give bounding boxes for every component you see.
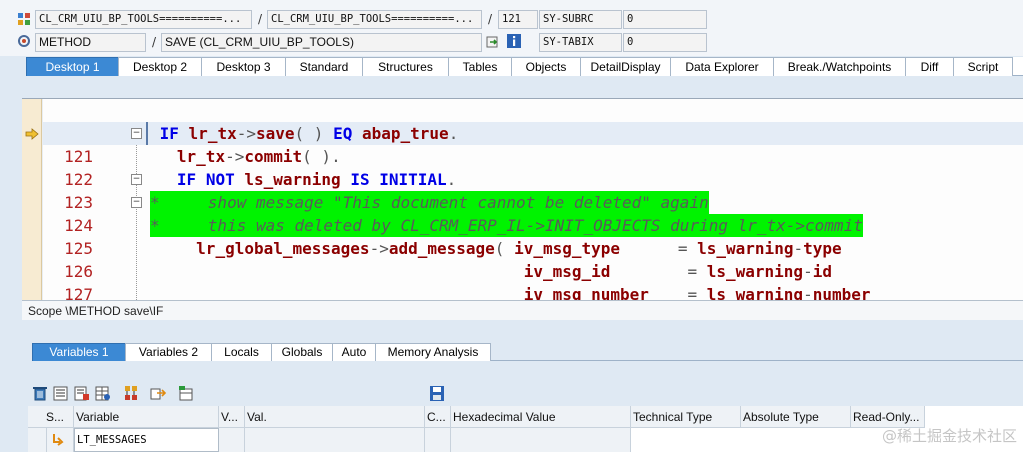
current-line-arrow-icon — [25, 128, 39, 140]
code-line[interactable]: 127 iv_msg_id = ls_warning-id — [43, 260, 1023, 300]
scope-label: Scope \METHOD save\IF — [22, 300, 1023, 320]
tab-variables-1[interactable]: Variables 1 — [32, 343, 126, 361]
list-icon[interactable] — [52, 385, 70, 402]
tab-diff[interactable]: Diff — [905, 57, 954, 76]
event-type-field[interactable]: METHOD — [35, 33, 146, 52]
include-field[interactable]: CL_CRM_UIU_BP_TOOLS==========... — [267, 10, 482, 29]
variable-type-icon — [53, 434, 64, 446]
tab-breakpoints[interactable]: Break./Watchpoints — [773, 57, 906, 76]
save-icon[interactable] — [428, 385, 446, 402]
column-header-s[interactable]: S... — [28, 406, 74, 428]
tab-globals[interactable]: Globals — [271, 343, 333, 361]
transfer-icon[interactable] — [149, 385, 167, 402]
code-line[interactable]: 124 − * show message "This document cann… — [43, 191, 1023, 235]
code-line-current[interactable]: 121 − IF lr_tx->save( ) EQ abap_true. — [43, 122, 1023, 166]
delete-icon[interactable] — [31, 385, 49, 402]
code-line[interactable]: 122 lr_tx->commit( ). — [43, 145, 1023, 189]
table-icon[interactable] — [94, 385, 112, 402]
sysvar-value-field[interactable]: 0 — [623, 33, 707, 52]
sysvar-name-field[interactable]: SY-SUBRC — [539, 10, 622, 29]
variable-name-cell[interactable]: LT_MESSAGES — [74, 428, 219, 452]
code-text: IF lr_tx->save( ) EQ abap_true. — [146, 122, 458, 145]
program-field[interactable]: CL_CRM_UIU_BP_TOOLS==========... — [35, 10, 252, 29]
code-text: lr_tx->commit( ). — [176, 147, 341, 166]
variable-value-cell[interactable] — [245, 428, 425, 452]
variables-tab-bar: Variables 1 Variables 2 Locals Globals A… — [32, 343, 1023, 361]
code-text: lr_global_messages->add_message( iv_msg_… — [196, 239, 842, 258]
row-selector[interactable] — [28, 428, 47, 452]
code-text: iv_msg_id = ls_warning-id — [523, 262, 832, 281]
variable-hex-cell — [451, 428, 631, 452]
code-line[interactable]: 120 — [43, 99, 1023, 143]
document-icon[interactable] — [73, 385, 91, 402]
row-status-cell — [47, 428, 74, 452]
variable-change-cell — [425, 428, 451, 452]
column-header-absolute-type[interactable]: Absolute Type — [741, 406, 851, 428]
watermark: @稀土掘金技术社区 — [881, 427, 1017, 445]
code-line[interactable]: 125 * this was deleted by CL_CRM_ERP_IL-… — [43, 214, 1023, 258]
tab-memory-analysis[interactable]: Memory Analysis — [375, 343, 491, 361]
source-code-editor[interactable]: 120 121 − IF lr_tx->save( ) EQ abap_true… — [22, 98, 1023, 300]
tab-structures[interactable]: Structures — [362, 57, 449, 76]
tab-auto[interactable]: Auto — [332, 343, 376, 361]
column-header-val[interactable]: Val. — [245, 406, 425, 428]
desktop-tab-bar: Desktop 1 Desktop 2 Desktop 3 Standard S… — [26, 57, 1023, 76]
comment-text: * this was deleted by CL_CRM_ERP_IL->INI… — [150, 214, 863, 237]
tab-desktop-3[interactable]: Desktop 3 — [201, 57, 286, 76]
event-field[interactable]: SAVE (CL_CRM_UIU_BP_TOOLS) — [161, 33, 482, 52]
variables-grid[interactable]: S... Variable V... Val. C... Hexadecimal… — [28, 406, 1023, 452]
fold-toggle-icon[interactable]: − — [131, 197, 142, 208]
code-text: IF NOT ls_warning IS INITIAL. — [176, 170, 457, 189]
comment-text: * show message "This document cannot be … — [150, 191, 709, 214]
tab-data-explorer[interactable]: Data Explorer — [670, 57, 774, 76]
filter-icon[interactable] — [177, 385, 195, 402]
separator: / — [152, 35, 157, 49]
tab-objects[interactable]: Objects — [511, 57, 581, 76]
tab-desktop-1[interactable]: Desktop 1 — [26, 57, 119, 76]
tab-tables[interactable]: Tables — [448, 57, 512, 76]
fold-toggle-icon[interactable]: − — [131, 174, 142, 185]
debugger-header: CL_CRM_UIU_BP_TOOLS==========... / CL_CR… — [0, 0, 1023, 56]
tab-detail-display[interactable]: DetailDisplay — [580, 57, 671, 76]
column-header-v[interactable]: V... — [219, 406, 245, 428]
sysvar-value-field[interactable]: 0 — [623, 10, 707, 29]
separator: / — [488, 12, 493, 26]
info-icon[interactable] — [507, 34, 521, 48]
tab-variables-2[interactable]: Variables 2 — [125, 343, 212, 361]
method-icon — [17, 34, 31, 48]
line-number-field[interactable]: 121 — [498, 10, 538, 29]
tab-desktop-2[interactable]: Desktop 2 — [118, 57, 202, 76]
hierarchy-icon[interactable] — [122, 385, 140, 402]
code-line[interactable]: 128 iv_msg_number = ls_warning-number — [43, 283, 1023, 300]
column-header-c[interactable]: C... — [425, 406, 451, 428]
sysvar-name-field[interactable]: SY-TABIX — [539, 33, 622, 52]
tab-script[interactable]: Script — [953, 57, 1013, 76]
column-header-hex[interactable]: Hexadecimal Value — [451, 406, 631, 428]
variable-v-cell — [219, 428, 245, 452]
column-header-technical-type[interactable]: Technical Type — [631, 406, 741, 428]
separator: / — [258, 12, 263, 26]
code-text: iv_msg_number = ls_warning-number — [523, 285, 871, 300]
program-icon — [17, 12, 31, 26]
column-header-variable[interactable]: Variable — [74, 406, 219, 428]
fold-toggle-icon[interactable]: − — [131, 128, 142, 139]
tab-locals[interactable]: Locals — [211, 343, 272, 361]
code-line[interactable]: 123 − IF NOT ls_warning IS INITIAL. — [43, 168, 1023, 212]
code-line[interactable]: 126 lr_global_messages->add_message( iv_… — [43, 237, 1023, 281]
tab-standard[interactable]: Standard — [285, 57, 363, 76]
code-area[interactable]: 120 121 − IF lr_tx->save( ) EQ abap_true… — [43, 99, 1023, 300]
navigate-icon[interactable] — [486, 35, 500, 49]
